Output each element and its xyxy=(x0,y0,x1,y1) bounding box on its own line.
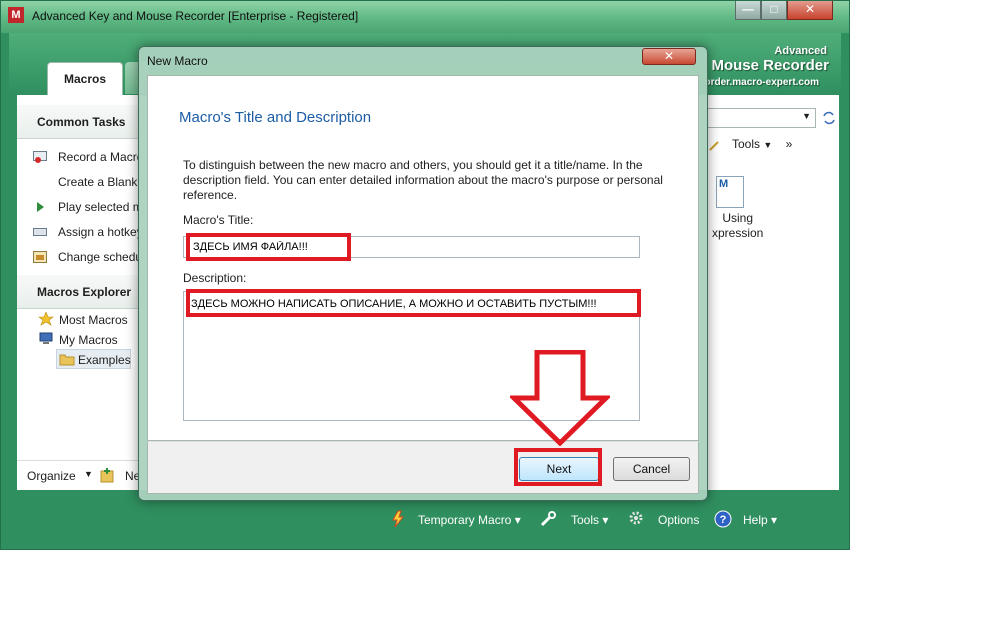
help-menu[interactable]: Help ▾ xyxy=(743,513,777,527)
window-title: Advanced Key and Mouse Recorder [Enterpr… xyxy=(32,9,359,23)
document-icon[interactable]: M xyxy=(716,176,744,208)
refresh-icon[interactable] xyxy=(821,110,837,126)
options-menu[interactable]: Options xyxy=(658,513,699,527)
lightning-icon xyxy=(392,510,405,528)
task-label: Change schedu xyxy=(58,250,139,264)
tree-my-macros[interactable]: My Macros xyxy=(38,330,138,350)
annotation-down-arrow-icon xyxy=(510,350,610,446)
dialog-title: New Macro xyxy=(147,54,208,68)
svg-text:?: ? xyxy=(720,514,727,526)
address-combo[interactable]: ▼ xyxy=(706,108,816,128)
task-label: Play selected m xyxy=(58,200,139,214)
brand-advanced: Advanced xyxy=(774,45,827,57)
title-bar[interactable]: M Advanced Key and Mouse Recorder [Enter… xyxy=(1,1,849,33)
computer-icon xyxy=(39,332,53,344)
common-tasks-header: Common Tasks xyxy=(17,105,139,139)
task-change-schedule[interactable]: Change schedu xyxy=(17,247,139,267)
brand-url: order.macro-expert.com xyxy=(704,77,820,88)
annotation-title-box xyxy=(186,233,351,261)
tools-label: Tools xyxy=(732,137,761,151)
annotation-next-box xyxy=(514,448,602,486)
minimize-button[interactable]: — xyxy=(735,1,761,20)
keyboard-icon xyxy=(33,228,47,236)
schedule-icon xyxy=(33,251,47,263)
brand-name: Mouse Recorder xyxy=(711,57,829,74)
star-icon xyxy=(38,312,54,326)
close-button[interactable]: ✕ xyxy=(787,1,833,20)
folder-icon xyxy=(59,354,75,366)
tools-bottom-menu[interactable]: Tools ▾ xyxy=(571,513,608,527)
description-label: Description: xyxy=(183,271,247,285)
tree-label: Examples xyxy=(78,353,131,367)
organize-bar: Organize ▼ Ne xyxy=(17,460,140,490)
tree-label: My Macros xyxy=(59,333,118,347)
new-folder-icon xyxy=(100,468,114,483)
gears-icon xyxy=(629,511,643,525)
task-record-macro[interactable]: Record a Macro xyxy=(17,147,139,167)
tools-menu[interactable]: Tools ▼ » xyxy=(732,137,792,151)
task-create-blank[interactable]: Create a Blank M xyxy=(17,172,139,192)
maximize-button[interactable]: □ xyxy=(761,1,787,20)
more-chevron-icon: » xyxy=(785,137,793,151)
chevron-down-icon: ▼ xyxy=(763,140,773,150)
annotation-description-box xyxy=(186,289,641,317)
dialog-heading: Macro's Title and Description xyxy=(179,109,372,126)
bottom-bar: Temporary Macro ▾ Tools ▾ Options ? Help… xyxy=(8,500,840,544)
tree-most-macros[interactable]: Most Macros xyxy=(38,310,138,330)
cancel-button[interactable]: Cancel xyxy=(613,457,690,481)
tree-examples[interactable]: Examples xyxy=(56,349,131,369)
task-play-selected[interactable]: Play selected m xyxy=(17,197,139,217)
new-macro-dialog: New Macro ✕ Macro's Title and Descriptio… xyxy=(138,46,708,501)
using-expression-label[interactable]: Using xpression xyxy=(712,211,763,241)
task-label: Record a Macro xyxy=(58,150,139,164)
tree-label: Most Macros xyxy=(59,313,128,327)
chevron-down-icon: ▼ xyxy=(802,111,811,121)
wrench-icon xyxy=(540,511,556,527)
temporary-macro-menu[interactable]: Temporary Macro ▾ xyxy=(418,513,521,527)
task-label: Create a Blank M xyxy=(58,175,139,189)
wand-icon xyxy=(709,141,719,151)
left-panel: Common Tasks Record a Macro Create a Bla… xyxy=(17,95,140,490)
macros-explorer-header: Macros Explorer xyxy=(17,275,139,309)
play-icon xyxy=(37,202,44,212)
record-icon xyxy=(33,151,47,163)
instructions-text: To distinguish between the new macro and… xyxy=(183,158,663,202)
dialog-close-button[interactable]: ✕ xyxy=(642,48,696,65)
tab-macros[interactable]: Macros xyxy=(47,62,123,96)
organize-menu[interactable]: Organize xyxy=(27,469,76,483)
help-icon: ? xyxy=(714,510,732,528)
app-logo-icon: M xyxy=(8,7,24,23)
task-assign-hotkey[interactable]: Assign a hotkey xyxy=(17,222,139,242)
chevron-down-icon: ▼ xyxy=(84,469,93,479)
task-label: Assign a hotkey xyxy=(58,225,139,239)
title-label: Macro's Title: xyxy=(183,213,254,227)
